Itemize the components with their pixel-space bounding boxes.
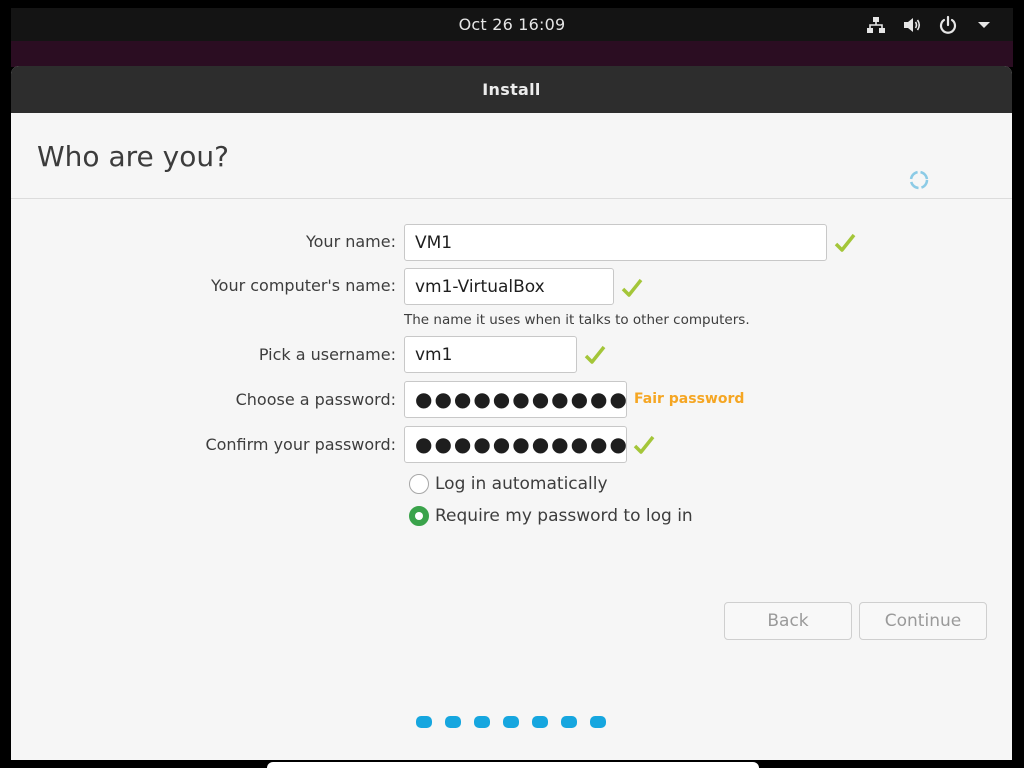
require-password-label[interactable]: Require my password to log in bbox=[435, 506, 693, 526]
valid-check-icon bbox=[633, 435, 655, 454]
username-input[interactable]: vm1 bbox=[404, 336, 577, 373]
progress-dot bbox=[445, 716, 461, 728]
confirm-password-label: Confirm your password: bbox=[205, 435, 396, 454]
progress-dot bbox=[474, 716, 490, 728]
clock[interactable]: Oct 26 16:09 bbox=[11, 15, 1013, 34]
page-title: Who are you? bbox=[37, 140, 229, 173]
installer-window: Install Who are you? Your name: VM1 Your… bbox=[11, 66, 1012, 760]
password-strength: Fair password bbox=[634, 391, 745, 407]
window-title: Install bbox=[482, 80, 541, 99]
top-panel: Oct 26 16:09 bbox=[11, 8, 1013, 41]
progress-dot bbox=[561, 716, 577, 728]
back-button[interactable]: Back bbox=[724, 602, 852, 640]
system-tray[interactable] bbox=[865, 14, 995, 36]
volume-icon[interactable] bbox=[901, 14, 923, 36]
loading-spinner-icon bbox=[909, 170, 929, 190]
login-automatically-label[interactable]: Log in automatically bbox=[435, 474, 608, 494]
username-label: Pick a username: bbox=[258, 345, 396, 364]
valid-check-icon bbox=[584, 345, 606, 364]
radio-button-selected[interactable] bbox=[409, 506, 429, 526]
login-automatically-option[interactable]: Log in automatically bbox=[409, 474, 608, 494]
continue-button[interactable]: Continue bbox=[859, 602, 987, 640]
valid-check-icon bbox=[621, 278, 643, 297]
confirm-password-input[interactable]: ●●●●●●●●●●● bbox=[404, 426, 627, 463]
require-password-option[interactable]: Require my password to log in bbox=[409, 506, 693, 526]
valid-check-icon bbox=[834, 233, 856, 252]
progress-dot bbox=[503, 716, 519, 728]
computer-name-input[interactable]: vm1-VirtualBox bbox=[404, 268, 614, 305]
password-label: Choose a password: bbox=[235, 390, 396, 409]
window-titlebar[interactable]: Install bbox=[11, 66, 1012, 113]
progress-dot bbox=[590, 716, 606, 728]
computer-name-label: Your computer's name: bbox=[211, 276, 396, 295]
computer-name-hint: The name it uses when it talks to other … bbox=[404, 312, 750, 328]
bottom-panel-edge bbox=[267, 762, 759, 768]
your-name-label: Your name: bbox=[305, 232, 396, 251]
your-name-input[interactable]: VM1 bbox=[404, 224, 827, 261]
power-icon[interactable] bbox=[937, 14, 959, 36]
password-input[interactable]: ●●●●●●●●●●● bbox=[404, 381, 627, 418]
desktop-background bbox=[11, 41, 1013, 67]
progress-dot bbox=[532, 716, 548, 728]
header-divider bbox=[11, 198, 1012, 199]
network-icon[interactable] bbox=[865, 14, 887, 36]
slideshow-progress bbox=[416, 716, 606, 728]
progress-dot bbox=[416, 716, 432, 728]
radio-button[interactable] bbox=[409, 474, 429, 494]
menu-chevron-icon[interactable] bbox=[973, 14, 995, 36]
